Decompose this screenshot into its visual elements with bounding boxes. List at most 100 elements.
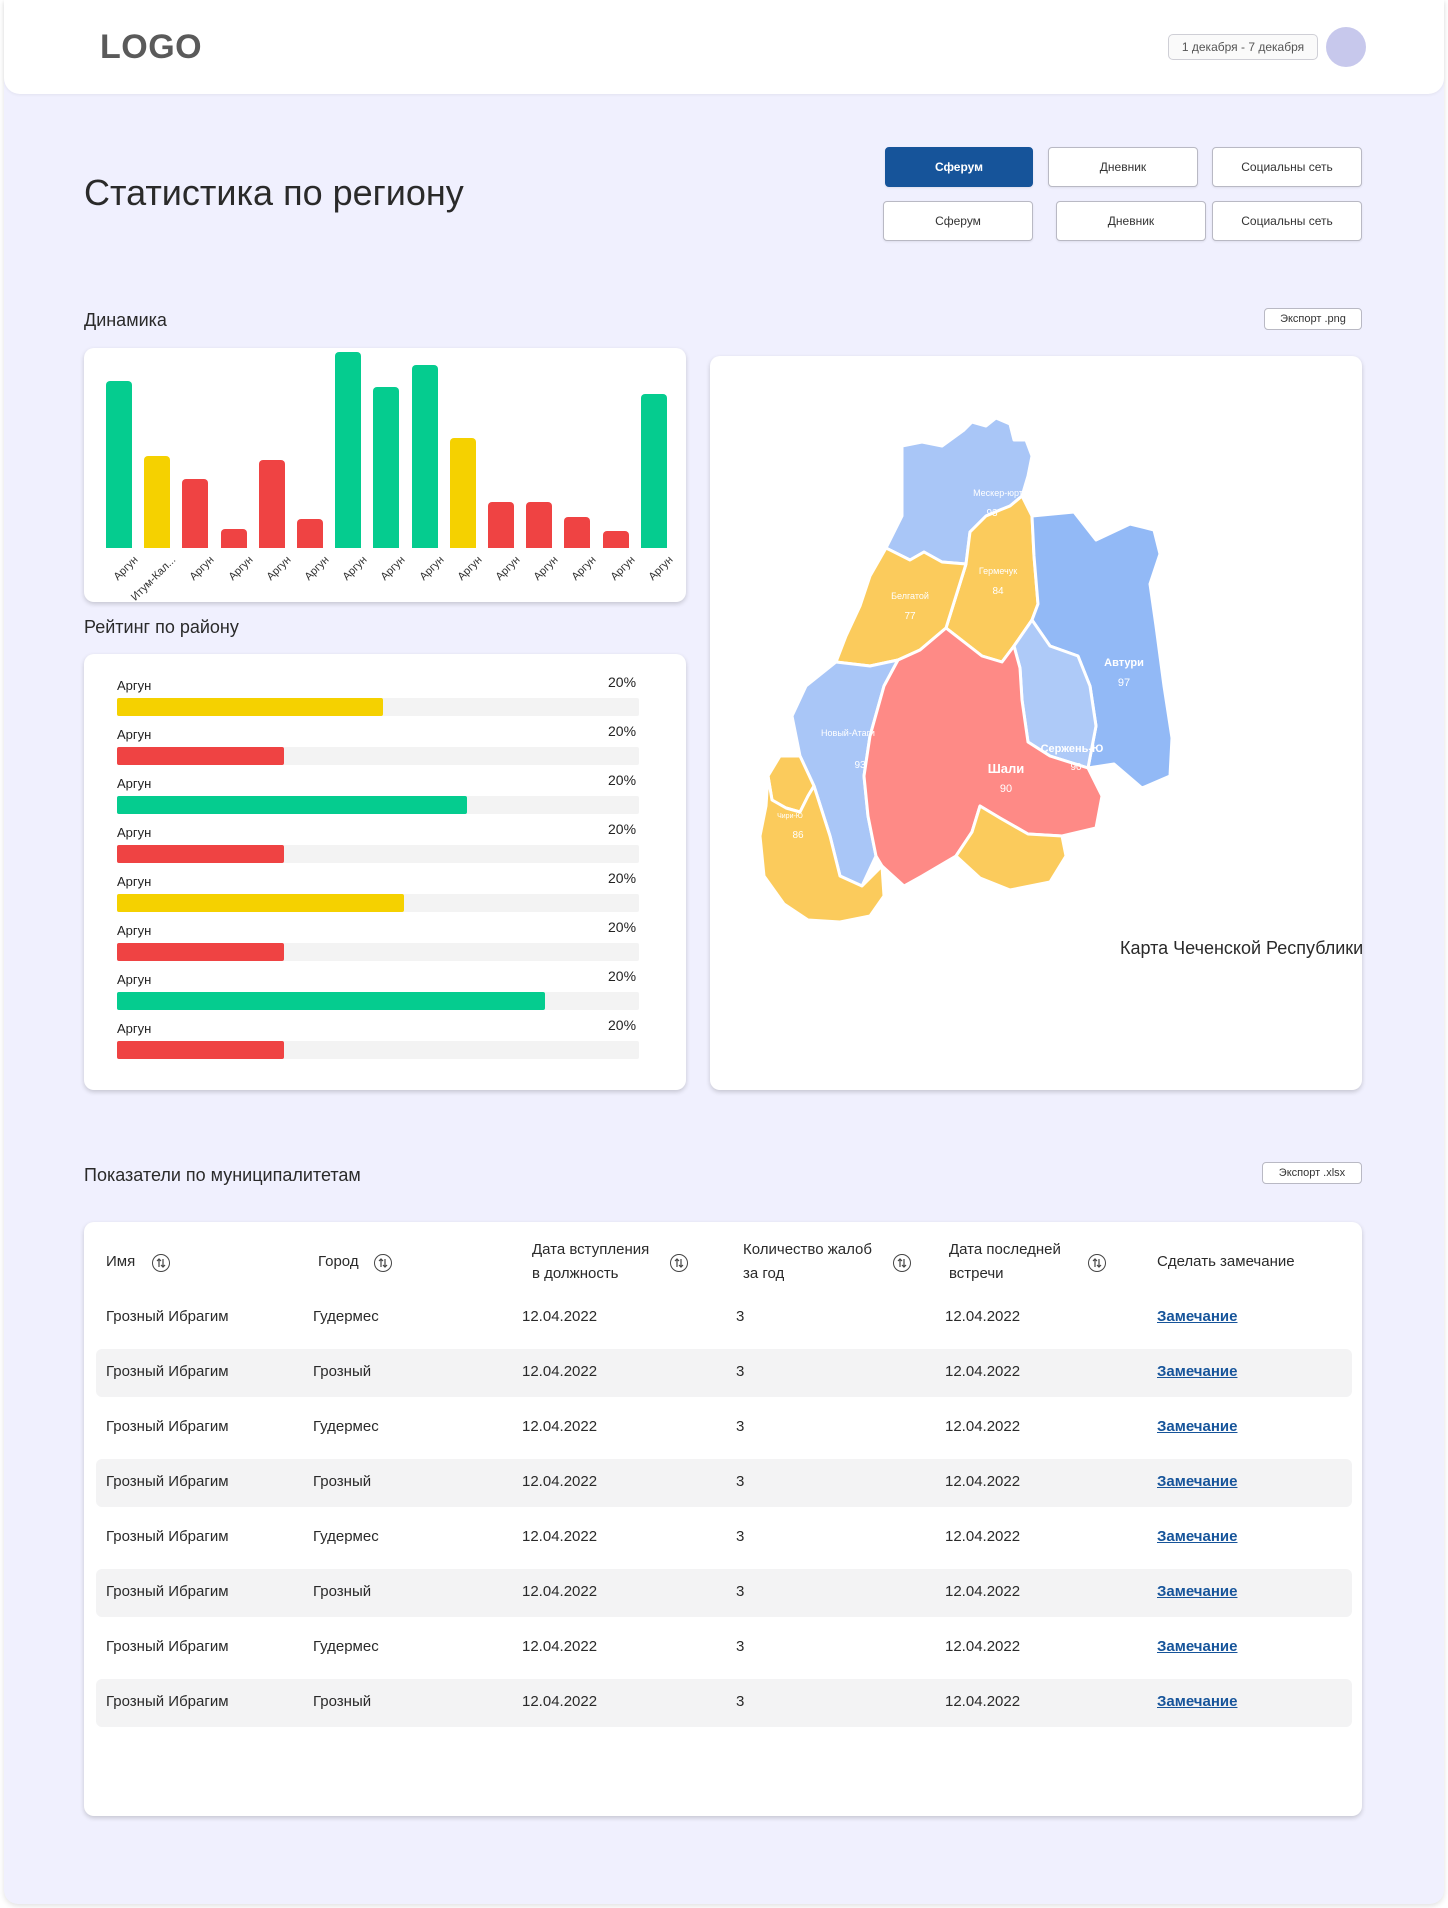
filter-sferum-button-2[interactable]: Сферум	[883, 201, 1033, 241]
map-value-duba-yurt: 81	[802, 950, 814, 961]
table-cell-name: Грозный Ибрагим	[106, 1583, 229, 1600]
rating-fill	[117, 894, 405, 912]
sort-icon[interactable]	[1088, 1254, 1106, 1272]
chechnya-map: Мескер-юрт 93 Гермечук 84 Белгатой 77 Ав…	[758, 416, 1174, 971]
rating-fill	[117, 796, 467, 814]
table-cell-city: Гудермес	[313, 1638, 379, 1655]
municipal-title: Показатели по муниципалитетам	[84, 1165, 361, 1185]
filter-social-button-2[interactable]: Социальны сеть	[1212, 201, 1362, 241]
table-cell-city: Гудермес	[313, 1528, 379, 1545]
table-cell-start-date: 12.04.2022	[522, 1528, 598, 1545]
chart-x-tick-label: Аргун	[493, 554, 523, 584]
rating-item-label: Аргун	[117, 923, 152, 938]
chart-bar[interactable]	[106, 380, 132, 548]
table-cell-last-meeting: 12.04.2022	[945, 1528, 1021, 1545]
table-cell-last-meeting: 12.04.2022	[945, 1418, 1021, 1435]
table-cell-remark-link[interactable]: Замечание	[1157, 1583, 1237, 1600]
rating-track	[117, 1041, 639, 1059]
rating-item-label: Аргун	[117, 972, 152, 987]
map-value-mesker-yurt: 93	[986, 508, 998, 519]
chart-bar[interactable]	[526, 501, 553, 548]
map-label-germenchuk: Гермечук	[979, 566, 1017, 576]
chart-bar[interactable]	[182, 478, 209, 548]
rating-fill	[117, 943, 285, 961]
table-cell-complaints: 3	[736, 1363, 745, 1380]
rating-track	[117, 943, 639, 961]
chart-x-tick-label: Аргун	[264, 554, 294, 584]
chart-bar[interactable]	[602, 530, 629, 548]
sort-icon[interactable]	[374, 1254, 392, 1272]
filter-dnevnik-button-2[interactable]: Дневник	[1056, 201, 1206, 241]
page-title: Статистика по региону	[84, 172, 464, 213]
table-cell-remark-link[interactable]: Замечание	[1157, 1308, 1237, 1325]
chart-bar[interactable]	[144, 455, 171, 548]
table-cell-last-meeting: 12.04.2022	[945, 1583, 1021, 1600]
rating-fill	[117, 1041, 285, 1059]
table-cell-name: Грозный Ибрагим	[106, 1693, 229, 1710]
chart-x-tick-label: Аргун	[608, 554, 638, 584]
filter-sferum-button[interactable]: Сферум	[885, 147, 1033, 187]
chart-x-tick-label: Аргун	[531, 554, 561, 584]
rating-item-label: Аргун	[117, 727, 152, 742]
table-header-col-start-date: Дата вступления в должность	[532, 1241, 650, 1282]
table-cell-remark-link[interactable]: Замечание	[1157, 1418, 1237, 1435]
table-header-col-name: Имя	[106, 1253, 136, 1270]
rating-item-percent: 20%	[608, 821, 637, 837]
chart-x-tick-label: Аргун	[417, 554, 447, 584]
table-cell-remark-link[interactable]: Замечание	[1157, 1363, 1237, 1380]
chart-bar[interactable]	[640, 394, 667, 548]
table-cell-city: Гудермес	[313, 1418, 379, 1435]
filter-dnevnik-button[interactable]: Дневник	[1048, 147, 1198, 187]
rating-card: Аргун 20% Аргун 20% Аргун 20% Аргун 20% Аргун 20%…	[84, 654, 686, 1090]
rating-item-label: Аргун	[117, 825, 152, 840]
table-cell-complaints: 3	[736, 1308, 745, 1325]
chart-bar[interactable]	[220, 528, 247, 548]
table-cell-start-date: 12.04.2022	[522, 1308, 598, 1325]
table-cell-start-date: 12.04.2022	[522, 1638, 598, 1655]
table-cell-city: Грозный	[313, 1583, 372, 1600]
rating-track	[117, 698, 639, 716]
table-cell-name: Грозный Ибрагим	[106, 1418, 229, 1435]
table-cell-remark-link[interactable]: Замечание	[1157, 1473, 1237, 1490]
logo[interactable]: LOGO	[100, 28, 202, 67]
sort-icon[interactable]	[893, 1254, 911, 1272]
table-cell-city: Грозный	[313, 1473, 372, 1490]
chart-bar[interactable]	[297, 519, 323, 548]
table-header-col-complaints: Количество жалоб за год	[743, 1241, 872, 1282]
rating-fill	[117, 747, 285, 765]
chart-bar[interactable]	[258, 459, 285, 548]
rating-fill	[117, 698, 384, 716]
chart-x-tick-label: Аргун	[302, 554, 332, 584]
table-cell-start-date: 12.04.2022	[522, 1363, 598, 1380]
table-cell-remark-link[interactable]: Замечание	[1157, 1638, 1237, 1655]
rating-track	[117, 796, 639, 814]
sort-icon[interactable]	[670, 1254, 688, 1272]
chart-bar[interactable]	[488, 501, 514, 548]
table-cell-city: Грозный	[313, 1693, 372, 1710]
map-value-belgatoy: 77	[904, 611, 916, 622]
filter-social-button[interactable]: Социальны сеть	[1212, 147, 1362, 187]
chart-bar[interactable]	[411, 365, 438, 548]
rating-item-percent: 20%	[608, 723, 637, 739]
date-range-picker[interactable]: 1 декабря - 7 декабря	[1168, 34, 1318, 60]
table-cell-city: Гудермес	[313, 1308, 379, 1325]
municipal-table: Имя Город Дата вступления в должность Количе…	[84, 1222, 1362, 1816]
table-header-col-city: Город	[318, 1253, 359, 1270]
table-cell-remark-link[interactable]: Замечание	[1157, 1528, 1237, 1545]
table-cell-name: Грозный Ибрагим	[106, 1473, 229, 1490]
chart-bar[interactable]	[335, 352, 362, 548]
sort-icon[interactable]	[152, 1254, 170, 1272]
chart-x-tick-label: Аргун	[455, 554, 485, 584]
top-header: LOGO 1 декабря - 7 декабря	[4, 0, 1444, 94]
table-cell-start-date: 12.04.2022	[522, 1473, 598, 1490]
export-xlsx-button[interactable]: Экспорт .xlsx	[1262, 1162, 1362, 1184]
table-cell-remark-link[interactable]: Замечание	[1157, 1693, 1237, 1710]
chart-bar[interactable]	[373, 386, 400, 548]
chart-bar[interactable]	[564, 517, 591, 548]
avatar[interactable]	[1326, 27, 1366, 67]
chart-bar[interactable]	[449, 438, 476, 548]
rating-track	[117, 845, 639, 863]
map-caption: Карта Чеченской Республики	[1120, 938, 1364, 958]
export-png-button[interactable]: Экспорт .png	[1264, 308, 1362, 330]
table-cell-complaints: 3	[736, 1583, 745, 1600]
